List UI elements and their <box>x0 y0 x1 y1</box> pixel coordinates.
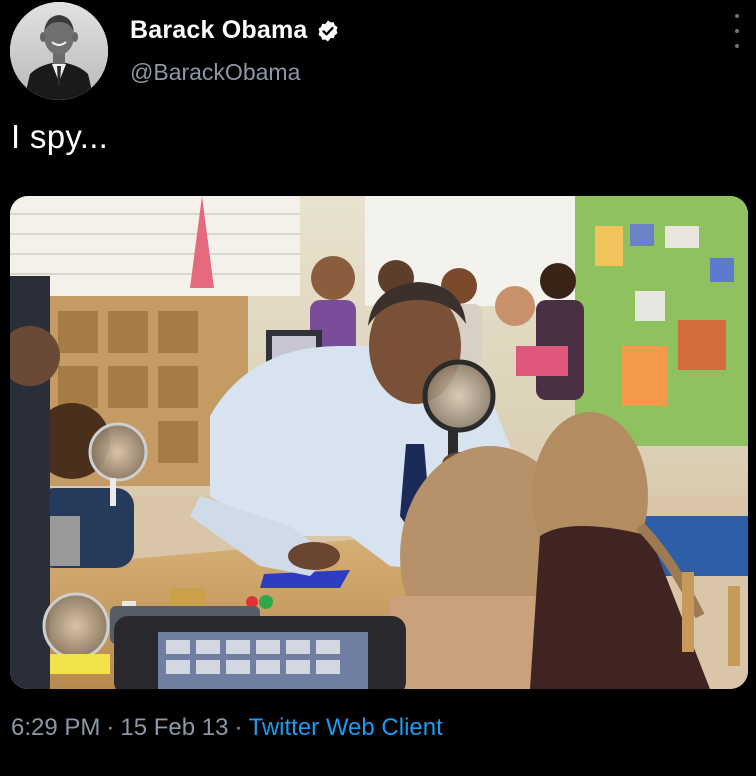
tweet-time[interactable]: 6:29 PM <box>11 714 100 741</box>
author-name-row[interactable]: Barack Obama <box>130 16 340 45</box>
tweet-client-link[interactable]: Twitter Web Client <box>248 714 442 741</box>
avatar-image <box>10 2 108 100</box>
more-dot <box>735 29 739 33</box>
verified-badge-icon <box>318 20 337 41</box>
tweet-date[interactable]: 15 Feb 13 <box>120 714 228 741</box>
display-name[interactable]: Barack Obama <box>130 16 308 45</box>
more-dot <box>735 44 739 48</box>
tweet-meta: 6:29 PM · 15 Feb 13 · Twitter Web Client <box>11 714 443 742</box>
meta-separator: · <box>234 714 243 741</box>
more-vertical-icon[interactable] <box>730 14 744 48</box>
avatar[interactable] <box>10 2 108 100</box>
handle[interactable]: @BarackObama <box>130 59 300 86</box>
more-dot <box>735 14 739 18</box>
meta-separator: · <box>106 714 115 741</box>
tweet-text: I spy... <box>11 118 109 155</box>
classroom-photo <box>10 196 748 689</box>
tweet-photo[interactable] <box>10 196 748 689</box>
tweet-card: Barack Obama @BarackObama I spy... 6:29 … <box>0 0 756 776</box>
